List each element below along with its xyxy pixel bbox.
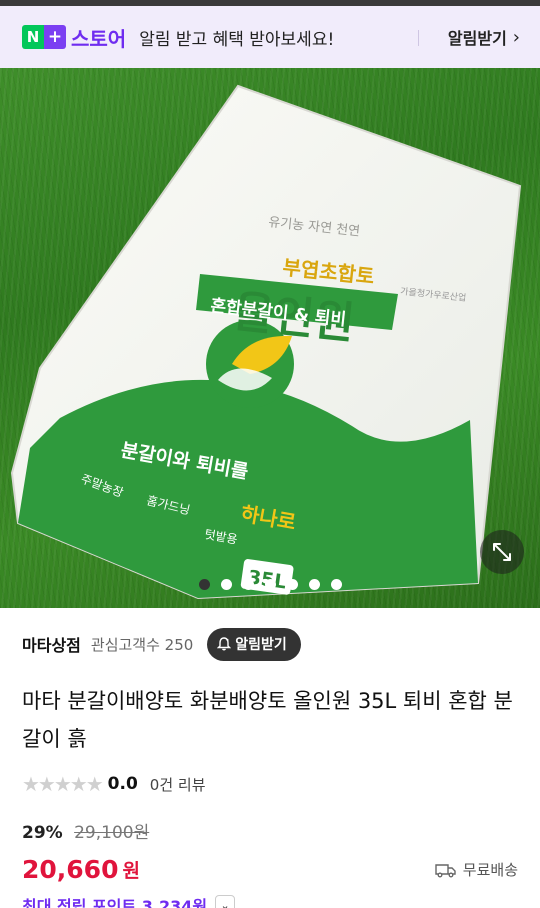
logo-n: N: [22, 25, 44, 49]
price-area: 29% 29,100원 20,660 원 무료배송 최대 적립 포인트 3,23…: [0, 818, 540, 908]
product-image-carousel[interactable]: 유기농 자연 천연 부엽초합토 올인원 혼합분갈이 & 퇴비 가을청가우로산업 …: [0, 68, 540, 608]
sale-currency: 원: [122, 859, 140, 882]
carousel-dot[interactable]: [286, 579, 298, 590]
carousel-dot[interactable]: [330, 579, 342, 590]
seller-alarm-button[interactable]: 알림받기: [207, 627, 301, 661]
carousel-dot[interactable]: [220, 579, 232, 590]
points-row[interactable]: 최대 적립 포인트 3,234원 ⌄: [22, 893, 518, 908]
chevron-right-icon: ›: [512, 26, 520, 48]
discount-row: 29% 29,100원: [22, 818, 518, 843]
original-price: 29,100원: [74, 823, 150, 843]
product-title: 마타 분갈이배양토 화분배양토 올인원 35L 퇴비 혼합 분갈이 흙: [22, 689, 513, 751]
banner-alarm-label: 알림받기: [447, 29, 507, 48]
truck-icon: [435, 863, 456, 877]
product-photo: 유기농 자연 천연 부엽초합토 올인원 혼합분갈이 & 퇴비 가을청가우로산업 …: [10, 84, 522, 600]
seller-fans: 관심고객수 250: [90, 635, 194, 654]
expand-image-button[interactable]: [480, 530, 524, 574]
logo-text: 스토어: [71, 26, 127, 51]
bell-icon: [217, 637, 232, 651]
rating-score: 0.0: [107, 774, 138, 794]
banner-message: 알림 받고 혜택 받아보세요!: [139, 29, 335, 50]
shipping-label: 무료배송: [462, 861, 518, 879]
review-count[interactable]: 0건 리뷰: [150, 774, 206, 795]
expand-icon: [493, 543, 511, 561]
rating-stars-icon: ★★★★★: [22, 772, 104, 796]
sale-row: 20,660 원 무료배송: [22, 851, 518, 887]
store-alarm-banner[interactable]: N + 스토어 알림 받고 혜택 받아보세요! 알림받기 ›: [0, 6, 540, 68]
carousel-dot[interactable]: [264, 579, 276, 590]
banner-divider: [418, 30, 419, 46]
seller-name[interactable]: 마타상점: [22, 632, 81, 656]
naver-plus-logo: N +: [22, 25, 66, 49]
discount-rate: 29%: [22, 823, 63, 843]
seller-alarm-label: 알림받기: [235, 637, 287, 653]
points-label: 최대 적립 포인트 3,234원: [22, 897, 208, 908]
sale-price: 20,660: [22, 854, 119, 884]
shipping-info: 무료배송: [435, 859, 518, 880]
rating-row[interactable]: ★★★★★ 0.0 0건 리뷰: [0, 772, 540, 796]
seller-row: 마타상점 관심고객수 250 알림받기: [0, 608, 540, 680]
banner-alarm-button[interactable]: 알림받기 ›: [448, 6, 520, 68]
chevron-down-icon[interactable]: ⌄: [215, 895, 236, 908]
carousel-dot[interactable]: [242, 579, 254, 590]
carousel-dot[interactable]: [308, 579, 320, 590]
carousel-dots: [0, 579, 540, 590]
carousel-dot[interactable]: [198, 579, 210, 590]
logo-plus: +: [44, 25, 66, 49]
